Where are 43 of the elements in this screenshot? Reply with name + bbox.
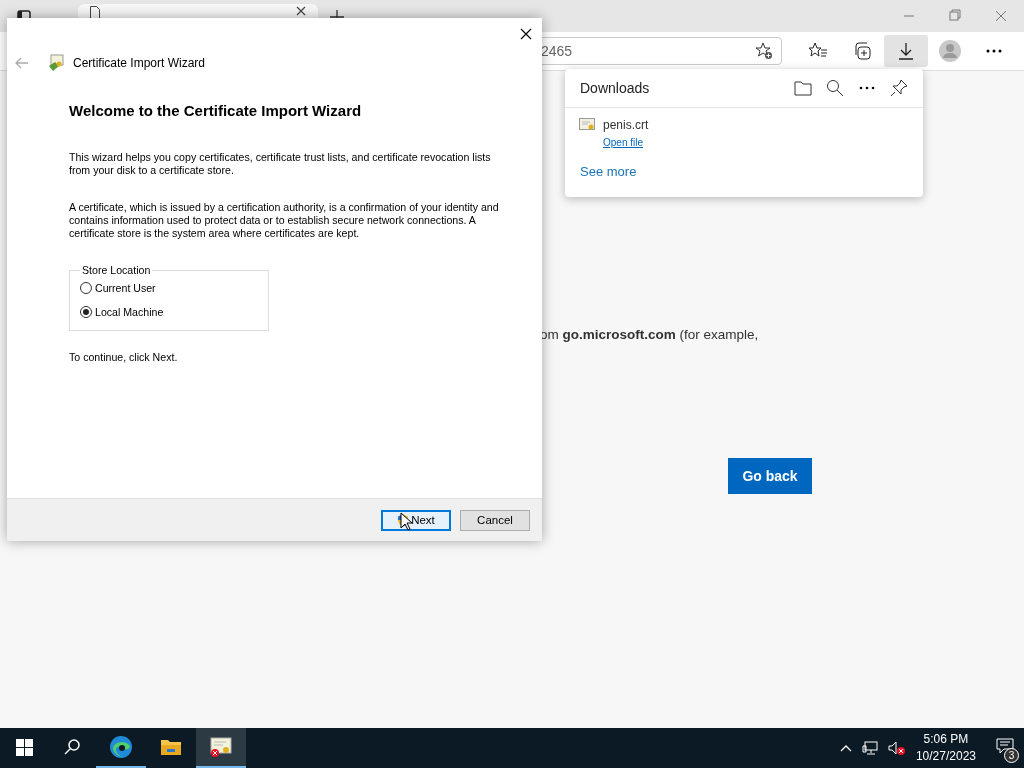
- browser-icon[interactable]: [109, 735, 133, 759]
- favorites-icon[interactable]: [808, 42, 828, 60]
- certificate-icon[interactable]: [209, 736, 233, 758]
- close-icon[interactable]: [296, 6, 306, 16]
- cursor-icon: [400, 512, 412, 531]
- see-more-link[interactable]: See more: [580, 164, 637, 179]
- start-icon[interactable]: [15, 738, 33, 756]
- certificate-icon: [579, 118, 595, 132]
- option-label[interactable]: Current User: [95, 282, 156, 294]
- wizard-heading: Welcome to the Certificate Import Wizard: [69, 102, 363, 119]
- next-button[interactable]: Next: [381, 509, 451, 531]
- pin-icon[interactable]: [889, 78, 909, 98]
- close-icon[interactable]: [520, 28, 532, 40]
- search-icon[interactable]: [825, 78, 845, 98]
- description-text: This wizard helps you copy certificates, certificate trust lists, and certificate revocation lists from your disk to a certificate store.: [69, 151, 492, 177]
- option-label[interactable]: Local Machine: [95, 306, 164, 318]
- instruction-text: To continue, click Next.: [69, 351, 179, 363]
- clock-date[interactable]: 10/27/2023: [915, 748, 976, 765]
- clock-time[interactable]: 5:06 PM: [923, 731, 969, 748]
- volume-muted-icon[interactable]: [887, 741, 906, 755]
- window-title: Certificate Import Wizard: [73, 56, 206, 70]
- taskbar-button[interactable]: [196, 728, 246, 768]
- avatar-icon[interactable]: [939, 40, 961, 62]
- file-name: penis.crt: [603, 118, 649, 132]
- radio-button[interactable]: [80, 306, 92, 318]
- panel-title: Downloads: [580, 80, 651, 96]
- radio-button[interactable]: [80, 282, 92, 294]
- open-file-link[interactable]: Open file: [603, 137, 644, 148]
- search-icon[interactable]: [64, 739, 80, 755]
- collections-icon[interactable]: [853, 42, 871, 60]
- more-icon[interactable]: [986, 49, 1002, 53]
- description-text: A certificate, which is issued by a certification authority, is a confirmation of your identity and contains information used to protect data or to establish secure network connections. A certificate store is the system area where certificates are kept.: [69, 201, 500, 240]
- cancel-button[interactable]: Cancel: [460, 509, 530, 531]
- download-icon[interactable]: [898, 42, 914, 60]
- go-back-button[interactable]: Go back: [728, 458, 812, 494]
- notification-count: 3: [1004, 748, 1019, 763]
- group-label: Store Location: [81, 264, 152, 276]
- folder-icon[interactable]: [160, 738, 182, 756]
- certificate-icon: [47, 54, 65, 72]
- chevron-up-icon[interactable]: [839, 744, 852, 752]
- page-icon: [90, 6, 100, 19]
- add-favorite-icon[interactable]: [755, 42, 773, 60]
- network-icon[interactable]: [861, 741, 878, 755]
